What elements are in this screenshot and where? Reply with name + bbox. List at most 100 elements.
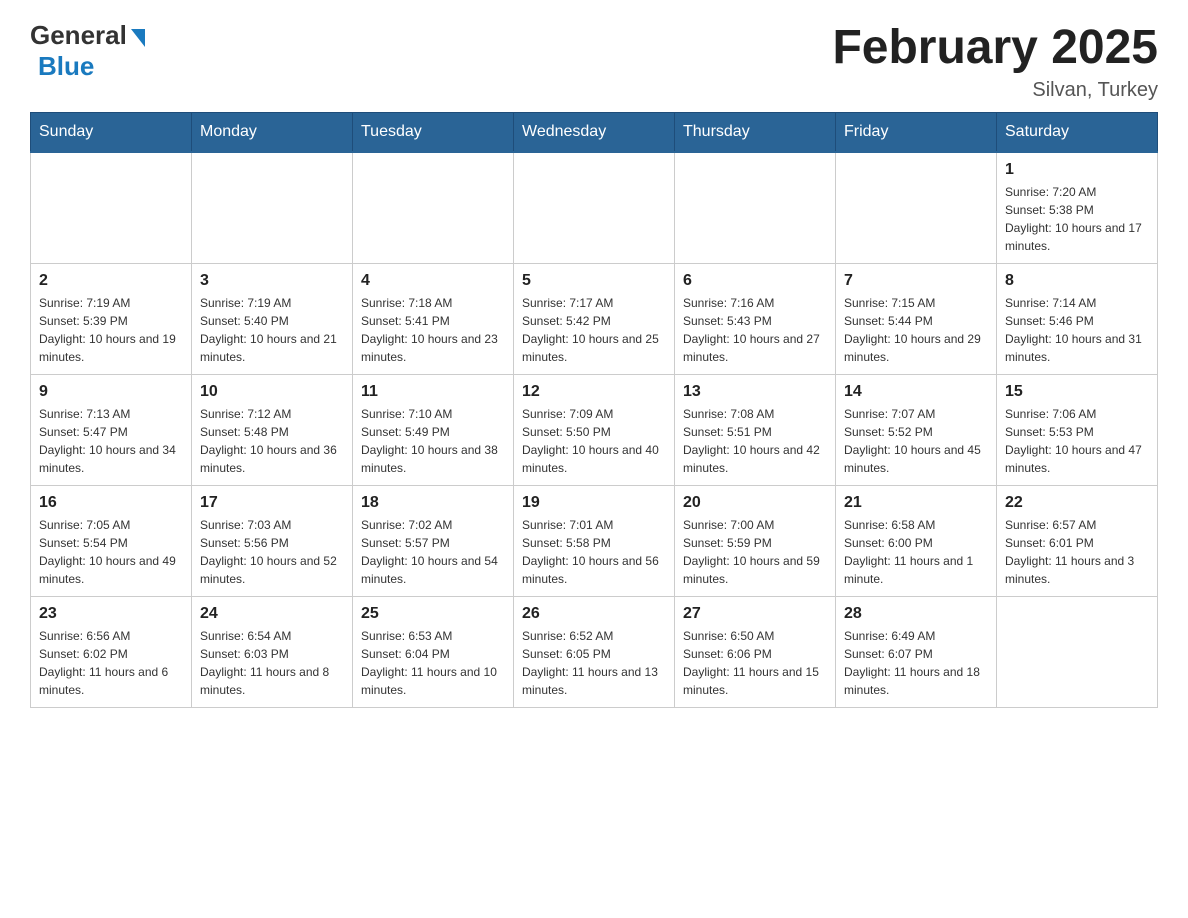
weekday-header-row: SundayMondayTuesdayWednesdayThursdayFrid… xyxy=(31,113,1158,153)
calendar-cell xyxy=(192,152,353,264)
day-number: 2 xyxy=(39,272,183,290)
day-info: Sunrise: 7:00 AM Sunset: 5:59 PM Dayligh… xyxy=(683,516,827,588)
day-number: 25 xyxy=(361,605,505,623)
calendar-cell: 8Sunrise: 7:14 AM Sunset: 5:46 PM Daylig… xyxy=(997,264,1158,375)
day-number: 10 xyxy=(200,383,344,401)
calendar-cell: 21 Sunrise: 6:58 AM Sunset: 6:00 PM Dayli… xyxy=(836,486,997,597)
weekday-header-tuesday: Tuesday xyxy=(353,113,514,153)
weekday-header-monday: Monday xyxy=(192,113,353,153)
day-number: 11 xyxy=(361,383,505,401)
day-info: Sunrise: 7:10 AM Sunset: 5:49 PM Dayligh… xyxy=(361,405,505,477)
day-info: Sunrise: 6:56 AM Sunset: 6:02 PM Dayligh… xyxy=(39,627,183,699)
calendar-week-row: 9 Sunrise: 7:13 AM Sunset: 5:47 PM Daylig… xyxy=(31,375,1158,486)
day-number: 18 xyxy=(361,494,505,512)
day-number: 9 xyxy=(39,383,183,401)
month-title: February 2025 xyxy=(832,20,1158,75)
calendar-cell: 28 Sunrise: 6:49 AM Sunset: 6:07 PM Dayli… xyxy=(836,597,997,708)
day-number: 23 xyxy=(39,605,183,623)
day-info: Sunrise: 6:49 AM Sunset: 6:07 PM Dayligh… xyxy=(844,627,988,699)
day-info: Sunrise: 7:17 AM Sunset: 5:42 PM Dayligh… xyxy=(522,294,666,366)
calendar-cell: 23 Sunrise: 6:56 AM Sunset: 6:02 PM Dayli… xyxy=(31,597,192,708)
day-info: Sunrise: 6:58 AM Sunset: 6:00 PM Dayligh… xyxy=(844,516,988,588)
calendar-cell: 13 Sunrise: 7:08 AM Sunset: 5:51 PM Dayli… xyxy=(675,375,836,486)
day-number: 4 xyxy=(361,272,505,290)
logo-arrow-icon xyxy=(131,29,145,47)
weekday-header-saturday: Saturday xyxy=(997,113,1158,153)
day-number: 22 xyxy=(1005,494,1149,512)
calendar-cell: 2 Sunrise: 7:19 AM Sunset: 5:39 PM Daylig… xyxy=(31,264,192,375)
day-info: Sunrise: 7:02 AM Sunset: 5:57 PM Dayligh… xyxy=(361,516,505,588)
calendar-cell: 14Sunrise: 7:07 AM Sunset: 5:52 PM Dayli… xyxy=(836,375,997,486)
logo-blue-text: Blue xyxy=(38,51,94,82)
day-number: 1 xyxy=(1005,161,1149,179)
day-number: 28 xyxy=(844,605,988,623)
calendar-cell: 5 Sunrise: 7:17 AM Sunset: 5:42 PM Daylig… xyxy=(514,264,675,375)
calendar-cell xyxy=(31,152,192,264)
calendar-cell: 20 Sunrise: 7:00 AM Sunset: 5:59 PM Dayli… xyxy=(675,486,836,597)
calendar-cell: 9 Sunrise: 7:13 AM Sunset: 5:47 PM Daylig… xyxy=(31,375,192,486)
calendar-cell: 16 Sunrise: 7:05 AM Sunset: 5:54 PM Dayli… xyxy=(31,486,192,597)
calendar-cell: 25 Sunrise: 6:53 AM Sunset: 6:04 PM Dayli… xyxy=(353,597,514,708)
day-number: 27 xyxy=(683,605,827,623)
day-number: 16 xyxy=(39,494,183,512)
calendar-cell: 3 Sunrise: 7:19 AM Sunset: 5:40 PM Daylig… xyxy=(192,264,353,375)
calendar-week-row: 1 Sunrise: 7:20 AM Sunset: 5:38 PM Daylig… xyxy=(31,152,1158,264)
day-info: Sunrise: 7:05 AM Sunset: 5:54 PM Dayligh… xyxy=(39,516,183,588)
day-number: 20 xyxy=(683,494,827,512)
page-header: General Blue February 2025 Silvan, Turke… xyxy=(30,20,1158,102)
calendar-cell xyxy=(353,152,514,264)
calendar-week-row: 23 Sunrise: 6:56 AM Sunset: 6:02 PM Dayli… xyxy=(31,597,1158,708)
day-number: 17 xyxy=(200,494,344,512)
title-area: February 2025 Silvan, Turkey xyxy=(832,20,1158,102)
day-info: Sunrise: 7:01 AM Sunset: 5:58 PM Dayligh… xyxy=(522,516,666,588)
calendar-cell: 11 Sunrise: 7:10 AM Sunset: 5:49 PM Dayli… xyxy=(353,375,514,486)
day-number: 6 xyxy=(683,272,827,290)
day-number: 21 xyxy=(844,494,988,512)
calendar-week-row: 16 Sunrise: 7:05 AM Sunset: 5:54 PM Dayli… xyxy=(31,486,1158,597)
day-number: 5 xyxy=(522,272,666,290)
calendar-cell: 15Sunrise: 7:06 AM Sunset: 5:53 PM Dayli… xyxy=(997,375,1158,486)
calendar-cell: 12Sunrise: 7:09 AM Sunset: 5:50 PM Dayli… xyxy=(514,375,675,486)
day-info: Sunrise: 7:19 AM Sunset: 5:40 PM Dayligh… xyxy=(200,294,344,366)
day-number: 7 xyxy=(844,272,988,290)
day-info: Sunrise: 6:54 AM Sunset: 6:03 PM Dayligh… xyxy=(200,627,344,699)
calendar-table: SundayMondayTuesdayWednesdayThursdayFrid… xyxy=(30,112,1158,708)
calendar-cell: 7 Sunrise: 7:15 AM Sunset: 5:44 PM Daylig… xyxy=(836,264,997,375)
day-info: Sunrise: 7:09 AM Sunset: 5:50 PM Dayligh… xyxy=(522,405,666,477)
day-info: Sunrise: 7:15 AM Sunset: 5:44 PM Dayligh… xyxy=(844,294,988,366)
calendar-cell xyxy=(675,152,836,264)
calendar-cell: 27 Sunrise: 6:50 AM Sunset: 6:06 PM Dayli… xyxy=(675,597,836,708)
day-number: 3 xyxy=(200,272,344,290)
calendar-cell: 18 Sunrise: 7:02 AM Sunset: 5:57 PM Dayli… xyxy=(353,486,514,597)
calendar-cell xyxy=(514,152,675,264)
day-info: Sunrise: 6:50 AM Sunset: 6:06 PM Dayligh… xyxy=(683,627,827,699)
day-info: Sunrise: 7:13 AM Sunset: 5:47 PM Dayligh… xyxy=(39,405,183,477)
calendar-cell: 22 Sunrise: 6:57 AM Sunset: 6:01 PM Dayli… xyxy=(997,486,1158,597)
location-text: Silvan, Turkey xyxy=(832,79,1158,102)
weekday-header-sunday: Sunday xyxy=(31,113,192,153)
calendar-cell: 4Sunrise: 7:18 AM Sunset: 5:41 PM Daylig… xyxy=(353,264,514,375)
weekday-header-friday: Friday xyxy=(836,113,997,153)
day-info: Sunrise: 7:08 AM Sunset: 5:51 PM Dayligh… xyxy=(683,405,827,477)
calendar-cell: 19Sunrise: 7:01 AM Sunset: 5:58 PM Dayli… xyxy=(514,486,675,597)
day-number: 8 xyxy=(1005,272,1149,290)
logo-general-text: General xyxy=(30,20,127,51)
calendar-cell: 1 Sunrise: 7:20 AM Sunset: 5:38 PM Daylig… xyxy=(997,152,1158,264)
day-info: Sunrise: 6:57 AM Sunset: 6:01 PM Dayligh… xyxy=(1005,516,1149,588)
day-info: Sunrise: 7:19 AM Sunset: 5:39 PM Dayligh… xyxy=(39,294,183,366)
day-info: Sunrise: 6:52 AM Sunset: 6:05 PM Dayligh… xyxy=(522,627,666,699)
calendar-cell: 24Sunrise: 6:54 AM Sunset: 6:03 PM Dayli… xyxy=(192,597,353,708)
calendar-cell: 26Sunrise: 6:52 AM Sunset: 6:05 PM Dayli… xyxy=(514,597,675,708)
day-info: Sunrise: 7:12 AM Sunset: 5:48 PM Dayligh… xyxy=(200,405,344,477)
calendar-cell: 17Sunrise: 7:03 AM Sunset: 5:56 PM Dayli… xyxy=(192,486,353,597)
calendar-cell: 6 Sunrise: 7:16 AM Sunset: 5:43 PM Daylig… xyxy=(675,264,836,375)
calendar-cell xyxy=(997,597,1158,708)
day-info: Sunrise: 7:16 AM Sunset: 5:43 PM Dayligh… xyxy=(683,294,827,366)
calendar-week-row: 2 Sunrise: 7:19 AM Sunset: 5:39 PM Daylig… xyxy=(31,264,1158,375)
weekday-header-wednesday: Wednesday xyxy=(514,113,675,153)
day-info: Sunrise: 7:06 AM Sunset: 5:53 PM Dayligh… xyxy=(1005,405,1149,477)
day-info: Sunrise: 7:20 AM Sunset: 5:38 PM Dayligh… xyxy=(1005,183,1149,255)
day-info: Sunrise: 6:53 AM Sunset: 6:04 PM Dayligh… xyxy=(361,627,505,699)
day-number: 13 xyxy=(683,383,827,401)
day-number: 14 xyxy=(844,383,988,401)
